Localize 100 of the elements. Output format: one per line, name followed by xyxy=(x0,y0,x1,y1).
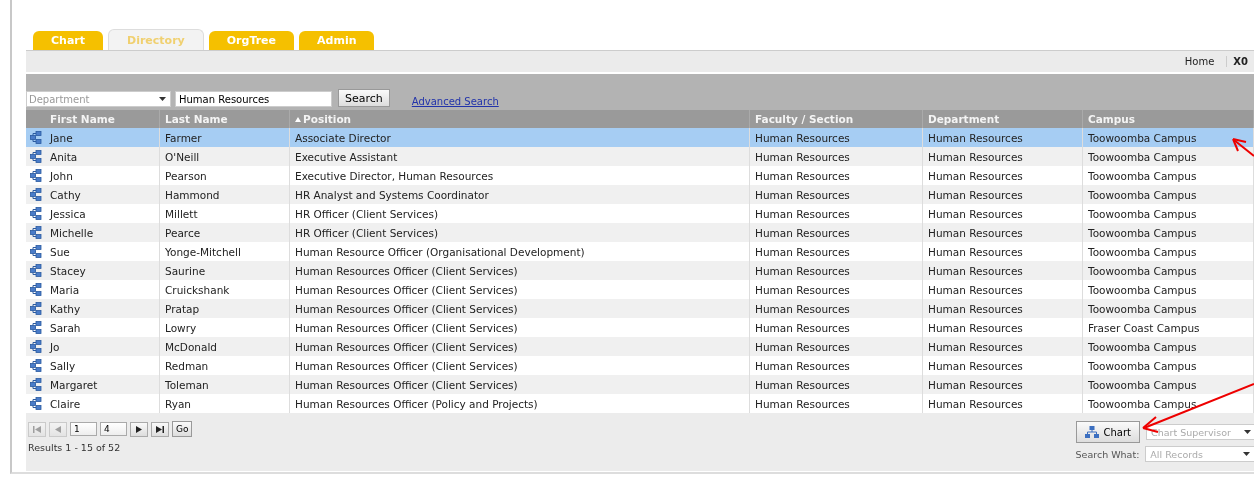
previous-icon xyxy=(55,425,61,433)
table-cell: HR Analyst and Systems Coordinator xyxy=(290,185,750,204)
org-chart-icon xyxy=(29,188,42,201)
org-chart-icon xyxy=(29,302,42,315)
caret-icon xyxy=(159,97,166,101)
results-count: Results 1 - 15 of 52 xyxy=(28,442,122,453)
nav-link[interactable]: Home xyxy=(1178,56,1221,67)
table-cell: McDonald xyxy=(160,337,290,356)
table-cell: Toleman xyxy=(160,375,290,394)
org-chart-icon xyxy=(29,245,42,258)
table-cell: Human Resources Officer (Client Services) xyxy=(290,375,750,394)
table-cell: Human Resources xyxy=(750,185,923,204)
header-corner xyxy=(26,110,45,128)
org-chart-icon xyxy=(29,378,42,391)
column-header[interactable]: Position xyxy=(290,110,750,128)
tab[interactable]: Directory xyxy=(108,29,204,50)
table-cell: Human Resources xyxy=(923,223,1083,242)
table-cell: Executive Assistant xyxy=(290,147,750,166)
nav-link[interactable]: X0 xyxy=(1226,56,1254,67)
column-header[interactable]: Department xyxy=(923,110,1083,128)
org-chart-icon xyxy=(29,207,42,220)
next-page-button[interactable] xyxy=(130,421,148,437)
advanced-search-link[interactable]: Advanced Search xyxy=(411,96,499,107)
table-cell: Hammond xyxy=(160,185,290,204)
chart-button[interactable]: Chart xyxy=(1075,421,1140,443)
org-chart-icon xyxy=(29,226,42,239)
table-cell: Toowoomba Campus xyxy=(1083,261,1254,280)
field-select[interactable]: Department xyxy=(26,91,171,107)
last-page-icon xyxy=(156,425,164,433)
table-cell: Human Resources xyxy=(750,261,923,280)
table-cell: Human Resources xyxy=(750,223,923,242)
sort-icon xyxy=(295,116,301,122)
page-count-field[interactable]: 4 xyxy=(100,422,127,436)
table-cell: Human Resources xyxy=(750,337,923,356)
column-header[interactable]: Last Name xyxy=(160,110,290,128)
column-header[interactable]: First Name xyxy=(45,110,160,128)
search-button[interactable]: Search xyxy=(338,89,390,107)
table-cell: Toowoomba Campus xyxy=(1083,128,1254,147)
table-cell: Human Resources xyxy=(750,375,923,394)
table-cell: Human Resources Officer (Client Services) xyxy=(290,337,750,356)
table-cell: Toowoomba Campus xyxy=(1083,299,1254,318)
table-cell: Human Resources xyxy=(923,128,1083,147)
table-cell: O'Neill xyxy=(160,147,290,166)
first-page-icon xyxy=(33,425,41,433)
table-cell: Jane xyxy=(45,128,160,147)
org-chart-icon xyxy=(29,283,42,296)
next-icon xyxy=(136,425,142,433)
column-header[interactable]: Faculty / Section xyxy=(750,110,923,128)
table-cell: HR Officer (Client Services) xyxy=(290,223,750,242)
table-cell: Human Resources Officer (Client Services) xyxy=(290,261,750,280)
table-cell: Saurine xyxy=(160,261,290,280)
tab[interactable]: OrgTree xyxy=(208,31,295,50)
table-cell: Human Resources xyxy=(923,337,1083,356)
table-cell: Toowoomba Campus xyxy=(1083,147,1254,166)
caret-icon xyxy=(1243,452,1251,456)
annotation-arrow xyxy=(1232,138,1254,157)
search-what-label: Search What: xyxy=(1075,448,1140,460)
table-cell: Human Resources xyxy=(750,299,923,318)
org-chart-icon xyxy=(29,321,42,334)
table-cell: Toowoomba Campus xyxy=(1083,375,1254,394)
org-chart-icon xyxy=(1084,426,1099,438)
table-cell: Toowoomba Campus xyxy=(1083,223,1254,242)
org-chart-icon xyxy=(29,397,42,410)
table-cell: Kathy xyxy=(45,299,160,318)
table-cell: Anita xyxy=(45,147,160,166)
tab[interactable]: Admin xyxy=(299,31,375,50)
search-what-select[interactable]: All Records xyxy=(1145,446,1254,462)
search-field[interactable]: Human Resources xyxy=(175,91,332,107)
page-field[interactable]: 1 xyxy=(70,422,97,436)
table-cell: Human Resources xyxy=(923,299,1083,318)
table-cell: Michelle xyxy=(45,223,160,242)
org-chart-icon xyxy=(29,150,42,163)
table-cell: Human Resources xyxy=(923,375,1083,394)
table-cell: Human Resources xyxy=(750,147,923,166)
table-cell: Human Resources Officer (Client Services) xyxy=(290,299,750,318)
last-page-button[interactable] xyxy=(151,421,169,437)
table-cell: Human Resources xyxy=(750,128,923,147)
table-cell: Human Resources xyxy=(923,261,1083,280)
table-cell: Human Resources xyxy=(923,147,1083,166)
table-cell: Farmer xyxy=(160,128,290,147)
supervisor-select[interactable]: Chart Supervisor xyxy=(1146,424,1254,440)
org-chart-icon xyxy=(29,340,42,353)
org-chart-icon xyxy=(29,131,42,144)
table-cell: Pratap xyxy=(160,299,290,318)
table-cell: Toowoomba Campus xyxy=(1083,337,1254,356)
table-cell: Jo xyxy=(45,337,160,356)
table-cell: Stacey xyxy=(45,261,160,280)
org-chart-icon xyxy=(29,359,42,372)
table-cell: Pearce xyxy=(160,223,290,242)
org-chart-icon xyxy=(29,264,42,277)
table-cell: Toowoomba Campus xyxy=(1083,185,1254,204)
caret-icon xyxy=(1244,430,1251,434)
table-cell: Human Resources xyxy=(923,185,1083,204)
table-cell: Cathy xyxy=(45,185,160,204)
go-button[interactable]: Go xyxy=(172,421,193,437)
org-chart-icon xyxy=(29,169,42,182)
table-cell: Margaret xyxy=(45,375,160,394)
column-header[interactable]: Campus xyxy=(1083,110,1254,128)
tab[interactable]: Chart xyxy=(33,31,103,50)
table-cell: Associate Director xyxy=(290,128,750,147)
